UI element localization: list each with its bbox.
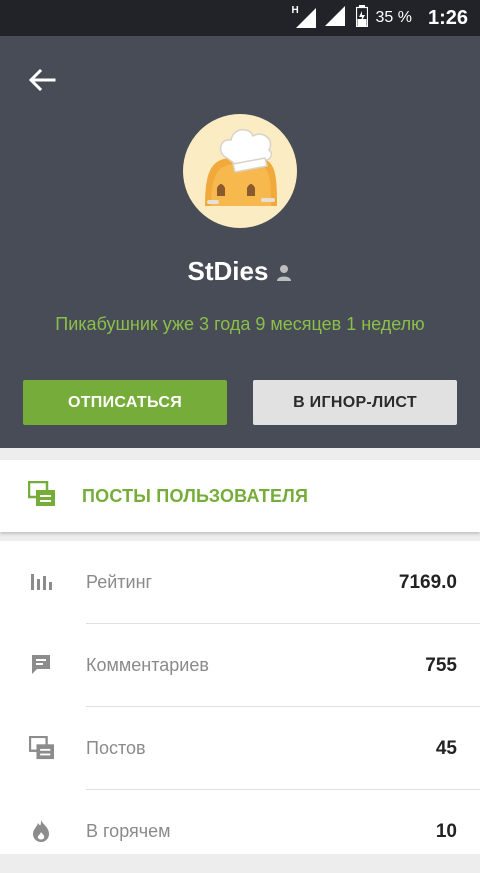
status-icons: H 35 % 1:26: [291, 0, 468, 36]
posts-icon: [28, 735, 54, 760]
stat-row-hot: В горячем 10: [0, 790, 480, 873]
stats-list: Рейтинг 7169.0 Комментариев 755 Постов 4…: [0, 541, 480, 854]
stat-value: 45: [435, 738, 457, 759]
stat-row-rating: Рейтинг 7169.0: [0, 541, 480, 624]
stat-label: Рейтинг: [86, 572, 153, 592]
signal-h-icon: H: [291, 5, 318, 29]
status-bar: H 35 % 1:26: [0, 0, 480, 36]
chef-loaf-icon: [205, 128, 277, 206]
comment-icon: [29, 653, 53, 677]
username: StDies: [187, 256, 269, 286]
member-since-text: Пикабушник уже 3 года 9 месяцев 1 неделю: [55, 314, 425, 334]
back-arrow-icon[interactable]: [26, 64, 58, 96]
profile-header: StDies Пикабушник уже 3 года 9 месяцев 1…: [0, 36, 480, 448]
stat-label: Комментариев: [86, 655, 209, 675]
signal-icon: [324, 5, 346, 32]
ignore-list-button[interactable]: В ИГНОР-ЛИСТ: [253, 380, 457, 425]
stat-label: В горячем: [86, 821, 171, 841]
fire-icon: [29, 819, 53, 843]
stat-value: 755: [425, 655, 457, 676]
username-row: StDies: [0, 256, 480, 289]
user-posts-link[interactable]: ПОСТЫ ПОЛЬЗОВАТЕЛЯ: [0, 460, 480, 532]
unsubscribe-button[interactable]: ОТПИСАТЬСЯ: [23, 380, 227, 425]
clock: 1:26: [427, 6, 468, 29]
user-icon: [276, 258, 292, 289]
network-type-label: H: [291, 5, 299, 16]
user-posts-label: ПОСТЫ ПОЛЬЗОВАТЕЛЯ: [82, 485, 309, 506]
stat-value: 7169.0: [398, 572, 457, 593]
battery-percent: 35 %: [375, 9, 412, 26]
stat-row-comments: Комментариев 755: [0, 624, 480, 707]
stat-row-posts: Постов 45: [0, 707, 480, 790]
stat-value: 10: [435, 821, 457, 842]
posts-icon: [27, 480, 56, 512]
battery-icon: [355, 4, 368, 32]
bar-chart-icon: [29, 570, 53, 594]
avatar: [183, 114, 297, 228]
stat-label: Постов: [86, 738, 146, 758]
